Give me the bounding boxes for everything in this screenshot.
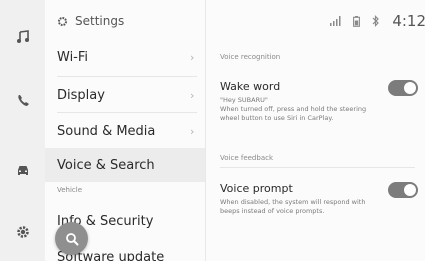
bluetooth-icon — [372, 15, 380, 27]
menu-item-label: Sound & Media — [57, 123, 156, 139]
phone-icon[interactable] — [8, 85, 38, 115]
toggle-knob — [404, 82, 416, 94]
wake-word-description: When turned off, press and hold the stee… — [220, 105, 367, 122]
chevron-right-icon: › — [190, 88, 195, 102]
menu-item-label: Display — [57, 87, 105, 103]
menu-header: Settings — [57, 10, 124, 32]
voice-prompt-title: Voice prompt — [220, 182, 293, 195]
search-button[interactable] — [55, 222, 88, 255]
voice-prompt-description: When disabled, the system will respond w… — [220, 198, 366, 215]
car-icon[interactable] — [8, 155, 38, 185]
app-rail — [0, 0, 46, 261]
voice-search-panel: 4:12 Voice recognition Wake word "Hey SU… — [205, 0, 425, 261]
menu-item-label: Voice & Search — [57, 157, 155, 173]
menu-title: Settings — [75, 14, 125, 28]
signal-icon — [330, 16, 341, 26]
search-icon — [65, 232, 78, 245]
section-header-voice-recognition: Voice recognition — [220, 53, 281, 61]
music-note-icon[interactable] — [8, 22, 38, 52]
chevron-right-icon: › — [190, 124, 195, 138]
divider — [57, 112, 197, 113]
clock: 4:12 — [392, 12, 425, 30]
toggle-knob — [404, 184, 416, 196]
chevron-right-icon: › — [190, 50, 195, 64]
menu-item-display[interactable]: Display › — [45, 78, 205, 112]
voice-prompt-toggle[interactable] — [388, 182, 418, 198]
settings-icon[interactable] — [8, 217, 38, 247]
section-header-voice-feedback: Voice feedback — [220, 154, 274, 162]
menu-item-sound-media[interactable]: Sound & Media › — [45, 114, 205, 148]
infotainment-screen: Settings Wi-Fi › Display › Sound & Media… — [0, 0, 425, 261]
menu-item-wifi[interactable]: Wi-Fi › — [45, 40, 205, 74]
wake-word-title: Wake word — [220, 80, 281, 93]
section-label-vehicle: Vehicle — [57, 186, 83, 194]
wake-word-phrase: "Hey SUBARU" — [220, 96, 268, 104]
battery-icon — [353, 15, 361, 27]
status-bar: 4:12 — [330, 10, 425, 32]
divider — [57, 76, 197, 77]
divider — [220, 167, 415, 168]
wake-word-toggle[interactable] — [388, 80, 418, 96]
menu-item-label: Wi-Fi — [57, 49, 89, 65]
menu-item-voice-search[interactable]: Voice & Search — [45, 148, 205, 182]
gear-icon — [57, 16, 68, 26]
